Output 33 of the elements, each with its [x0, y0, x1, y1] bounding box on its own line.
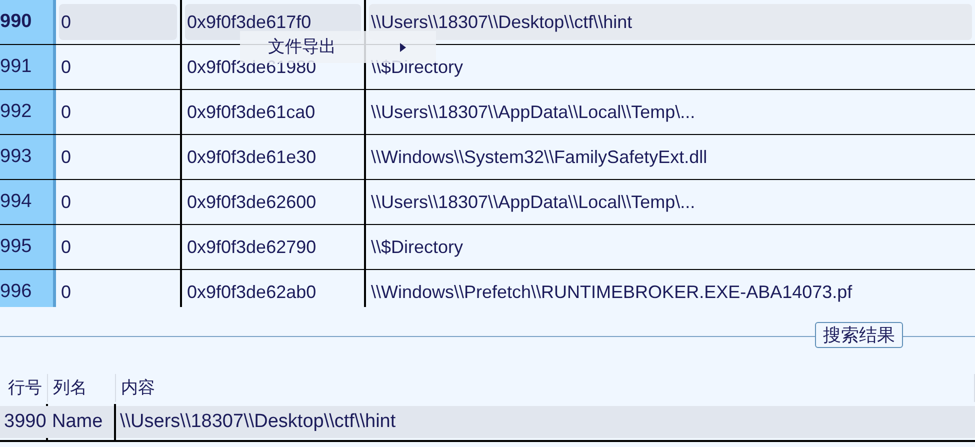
menu-item[interactable]: 文件导出	[240, 31, 436, 63]
table-cell-text: 0x9f0f3de62790	[186, 236, 318, 259]
table-cell: 0	[59, 4, 177, 40]
search-results-button[interactable]: 搜索结果	[815, 322, 903, 348]
table-cell: \\Users\\18307\\Desktop\\ctf\\hint	[369, 4, 972, 40]
table-cell-text: \\Windows\\Prefetch\\RUNTIMEBROKER.EXE-ABA14073.pf	[370, 281, 854, 304]
row-number-cell-text: 995	[0, 234, 32, 259]
table-cell: 3990	[0, 406, 50, 438]
table-cell-text: 0	[60, 101, 72, 124]
table-cell-text: 0	[60, 236, 72, 259]
column-header[interactable]: 内容	[121, 375, 155, 401]
table-cell-text: 0	[60, 146, 72, 169]
row-number-cell-text: 993	[0, 144, 32, 169]
table-cell-text: 0	[60, 281, 72, 304]
table-cell-text: 0	[60, 56, 72, 79]
row-number-cell-text: 994	[0, 190, 32, 214]
table-cell-text: 0x9f0f3de62ab0	[186, 281, 318, 304]
row-number-cell-text: 992	[0, 100, 32, 124]
table-cell-text: \\Windows\\System32\\FamilySafetyExt.dll	[370, 146, 708, 169]
table-cell-text: 0x9f0f3de61ca0	[186, 101, 316, 124]
row-number-cell-text: 990	[0, 10, 32, 34]
row-number-cell-text: 996	[0, 280, 32, 304]
table-cell-text: \\Users\\18307\\AppData\\Local\\Temp\...	[370, 101, 696, 124]
table-cell-text: \\$Directory	[370, 236, 464, 259]
table-cell-text: \\Users\\18307\\AppData\\Local\\Temp\...	[370, 191, 696, 214]
column-header[interactable]: 行号	[8, 375, 42, 401]
table-cell-text: 0x9f0f3de61e30	[186, 146, 318, 169]
table-cell: \\Users\\18307\\Desktop\\ctf\\hint	[116, 406, 975, 438]
table-cell-text: 0	[60, 191, 72, 214]
table-cell-text: 0x9f0f3de62600	[186, 191, 318, 214]
column-header[interactable]: 列名	[53, 375, 87, 401]
table-cell: Name	[48, 406, 114, 438]
row-number-cell-text: 991	[0, 54, 32, 79]
